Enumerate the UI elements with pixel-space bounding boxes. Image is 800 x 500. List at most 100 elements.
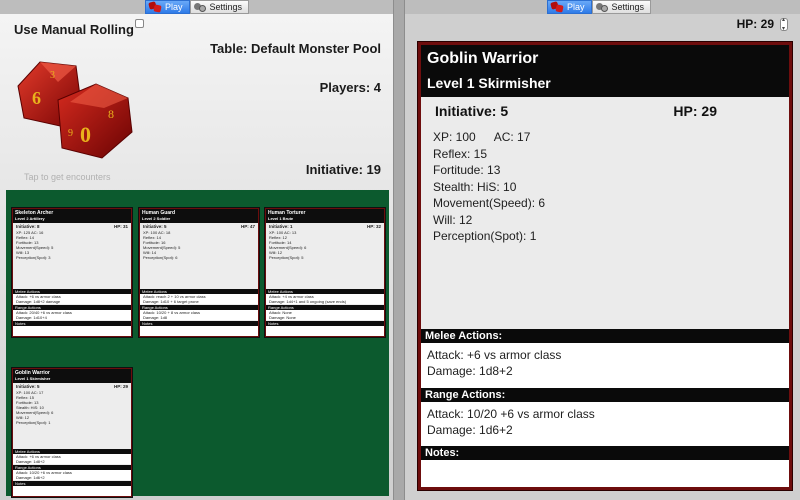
mini-card-stats: XP: 125 AC: 16 Reflex: 14 Fortitude: 13 Mov… [13, 230, 131, 288]
mini-card-header: Human Guard Level 2 Soldier [140, 209, 258, 223]
svg-text:6: 6 [32, 88, 41, 108]
mini-notes-body [140, 326, 258, 336]
mini-card-header: Goblin Warrior Level 1 Skirmisher [13, 369, 131, 383]
encounter-card[interactable]: Goblin Warrior Level 1 Skirmisher Initiati… [12, 368, 132, 497]
tab-settings-right[interactable]: Settings [591, 0, 652, 14]
mini-card-stat: Perception(Spot): 1 [16, 420, 51, 425]
melee-actions-header: Melee Actions: [421, 329, 789, 343]
stat-movement: Movement(Speed): 6 [433, 196, 546, 210]
encounter-card[interactable]: Human Torturer Level 1 Brute Initiative: 1… [265, 208, 385, 337]
mini-card-initiative: Initiative: 1 [269, 224, 293, 229]
pane-divider[interactable] [393, 0, 405, 500]
initiative-roll: Initiative: 19 [305, 162, 381, 177]
stat-list: XP: 100 AC: 17 Reflex: 15 Fortitude: 13 S… [421, 119, 789, 245]
mini-card-level: Level 1 Brute [268, 216, 294, 221]
mini-card-initiative: Initiative: 8 [16, 224, 40, 229]
melee-actions-body: Attack: +6 vs armor class Damage: 1d8+2 [421, 343, 789, 388]
card-header: Goblin Warrior Level 1 Skirmisher [421, 45, 789, 97]
manual-rolling-checkbox[interactable] [135, 19, 144, 28]
mini-card-hp: HP: 32 [366, 224, 381, 229]
encounter-board[interactable]: Skeleton Archer Level 2 Artillery Initiati… [6, 190, 389, 497]
mini-range-body: Attack: 10/20 +6 vs armor class Damage: 1… [13, 470, 131, 480]
stat-reflex: Reflex: 15 [433, 146, 488, 161]
dice-icon[interactable]: 6 3 0 8 9 [10, 56, 135, 161]
encounter-card[interactable]: Skeleton Archer Level 2 Artillery Initiati… [12, 208, 132, 337]
mini-melee-line: Damage: 1d8+2 [16, 459, 45, 464]
dice-icon [550, 1, 564, 13]
tab-settings-label: Settings [611, 2, 645, 12]
range-actions-header: Range Actions: [421, 388, 789, 402]
mini-card-level: Level 2 Artillery [15, 216, 45, 221]
tab-play-label: Play [567, 2, 585, 12]
hp-stepper[interactable] [780, 16, 788, 32]
svg-text:3: 3 [50, 70, 55, 81]
mini-card-stat: Perception(Spot): 6 [143, 255, 178, 260]
mini-notes-body [266, 326, 384, 336]
mini-card-stat: Perception(Spot): 5 [269, 255, 304, 260]
table-label[interactable]: Table: Default Monster Pool [210, 41, 381, 56]
range-damage: Damage: 1d6+2 [427, 423, 513, 437]
monster-detail-pane: HP: 29 Goblin Warrior Level 1 Skirmisher… [405, 14, 800, 500]
tab-settings-left[interactable]: Settings [189, 0, 250, 14]
hp-value: HP: 29 [736, 17, 774, 31]
mini-card-initiative: Initiative: 5 [16, 384, 40, 389]
mini-notes-body [13, 486, 131, 496]
stat-xp: XP: 100 [433, 130, 476, 144]
mini-card-hp: HP: 29 [113, 384, 128, 389]
mini-card-summary: Initiative: 8 HP: 31 [13, 223, 131, 230]
mini-range-line: Damage: 1d10+4 [16, 315, 47, 320]
monster-name: Goblin Warrior [427, 50, 539, 67]
melee-attack: Attack: +6 vs armor class [427, 348, 562, 362]
mini-card-summary: Initiative: 5 HP: 29 [13, 383, 131, 390]
mini-card-stats: XP: 100 AC: 18 Reflex: 14 Fortitude: 16 Mov… [140, 230, 258, 288]
monster-card: Goblin Warrior Level 1 Skirmisher Initia… [418, 42, 792, 490]
mini-card-stat: Perception(Spot): 3 [16, 255, 51, 260]
dice-icon [148, 1, 162, 13]
mini-melee-body: Attack: +4 vs armor class Damage: 1d4+1 a… [266, 294, 384, 304]
stat-perception: Perception(Spot): 1 [433, 229, 537, 243]
right-tab-bar: Play Settings [547, 0, 652, 14]
mini-card-hp: HP: 31 [113, 224, 128, 229]
mini-range-line: Damage: 1d6+2 [16, 475, 45, 480]
encounter-card[interactable]: Human Guard Level 2 Soldier Initiative: 5 H… [139, 208, 259, 337]
tab-play-left[interactable]: Play [145, 0, 190, 14]
svg-text:0: 0 [80, 122, 91, 147]
svg-text:9: 9 [68, 128, 73, 139]
mini-card-stats: XP: 100 AC: 17 Reflex: 15 Fortitude: 13 Ste… [13, 390, 131, 448]
mini-card-level: Level 2 Soldier [142, 216, 171, 221]
players-count[interactable]: Players: 4 [320, 80, 381, 95]
monster-level: Level 1 Skirmisher [427, 75, 551, 91]
range-actions-body: Attack: 10/20 +6 vs armor class Damage: … [421, 402, 789, 446]
mini-card-stats: XP: 100 AC: 13 Reflex: 12 Fortitude: 14 Mov… [266, 230, 384, 288]
mini-melee-line: Damage: 1d4+1 and 5 ongoing (save ends) [269, 299, 347, 304]
encounter-pane: Use Manual Rolling Table: Default Monste… [0, 14, 393, 500]
tab-settings-label: Settings [209, 2, 243, 12]
mini-melee-body: Attack: reach 2 + 10 vs armor class Damag… [140, 294, 258, 304]
mini-melee-line: Damage: 1d8+2 damage [16, 299, 61, 304]
mini-range-body: Attack: 20/40 +6 vs armor class Damage: 1… [13, 310, 131, 320]
stat-stealth: Stealth: HiS: 10 [433, 179, 517, 194]
tap-hint[interactable]: Tap to get encounters [24, 172, 111, 182]
stat-will: Will: 12 [433, 212, 473, 227]
mini-card-hp: HP: 47 [240, 224, 255, 229]
mini-melee-body: Attack: +6 vs armor class Damage: 1d8+2 d… [13, 294, 131, 304]
mini-melee-body: Attack: +6 vs armor class Damage: 1d8+2 [13, 454, 131, 464]
melee-damage: Damage: 1d8+2 [427, 364, 513, 378]
mini-range-line: Damage: 1d8 [143, 315, 168, 320]
card-initiative: Initiative: 5 [435, 103, 509, 119]
mini-card-header: Skeleton Archer Level 2 Artillery [13, 209, 131, 223]
notes-header: Notes: [421, 446, 789, 460]
mini-card-level: Level 1 Skirmisher [15, 376, 51, 381]
manual-rolling-label: Use Manual Rolling [14, 22, 134, 37]
stat-fortitude: Fortitude: 13 [433, 163, 501, 177]
tab-play-label: Play [165, 2, 183, 12]
notes-body[interactable] [421, 460, 789, 487]
mini-notes-body [13, 326, 131, 336]
card-summary: Initiative: 5 HP: 29 [421, 97, 789, 119]
mini-range-body: Attack: 10/20 + 8 vs armor class Damage: … [140, 310, 258, 320]
left-tab-bar: Play Settings [145, 0, 250, 14]
tab-play-right[interactable]: Play [547, 0, 592, 14]
card-hp: HP: 29 [673, 103, 717, 119]
mini-card-initiative: Initiative: 5 [143, 224, 167, 229]
svg-text:8: 8 [108, 107, 114, 121]
